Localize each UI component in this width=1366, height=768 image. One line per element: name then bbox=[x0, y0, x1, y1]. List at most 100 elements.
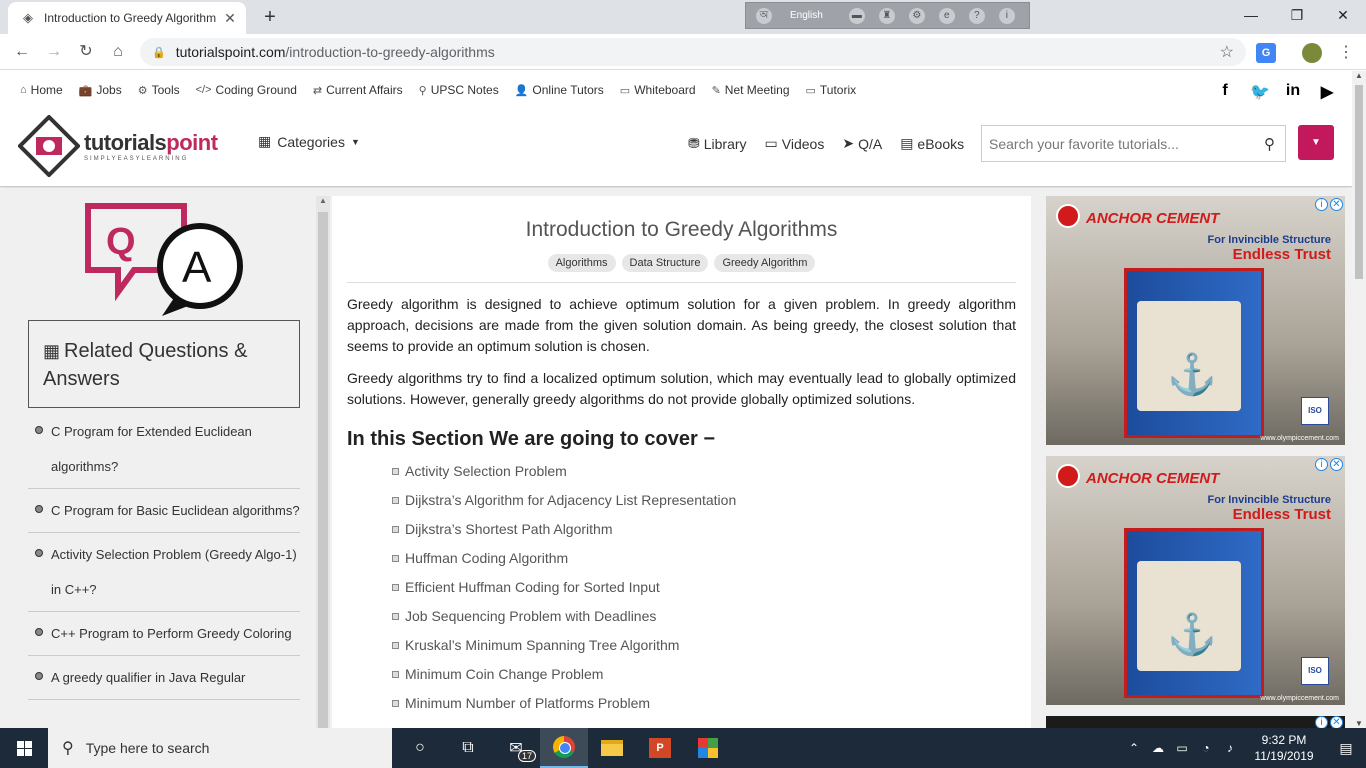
ad-close-icon[interactable]: ✕ bbox=[1330, 458, 1343, 471]
toplink-tutorix[interactable]: ▭ Tutorix bbox=[806, 83, 857, 97]
onedrive-icon[interactable]: ☁ bbox=[1146, 741, 1170, 755]
url-field[interactable]: 🔒 tutorialspoint.com/introduction-to-gre… bbox=[140, 38, 1246, 66]
tag-chip[interactable]: Algorithms bbox=[547, 254, 616, 272]
nav-library[interactable]: ⛃ Library bbox=[688, 135, 747, 152]
categories-dropdown[interactable]: ▦ Categories ▼ bbox=[258, 133, 360, 150]
back-arrow-icon[interactable]: ← bbox=[10, 40, 34, 64]
close-window-button[interactable]: ✕ bbox=[1320, 0, 1366, 30]
tutorial-search-input[interactable]: Search your favorite tutorials... ⚲ bbox=[981, 125, 1286, 162]
topic-link[interactable]: Activity Selection Problem bbox=[392, 457, 1016, 486]
notification-icon[interactable]: ▤ bbox=[1326, 740, 1366, 757]
topic-link[interactable]: Minimum Coin Change Problem bbox=[392, 660, 1016, 689]
scroll-down-icon[interactable]: ▼ bbox=[1352, 719, 1366, 728]
topic-link[interactable]: Dijkstra’s Algorithm for Adjacency List … bbox=[392, 486, 1016, 515]
chevron-up-icon[interactable]: ⌃ bbox=[1122, 741, 1146, 755]
tag-chip[interactable]: Greedy Algorithm bbox=[714, 254, 816, 272]
page-scrollbar[interactable]: ▲ ▼ bbox=[1352, 71, 1366, 728]
nav-qa[interactable]: ➤ Q/A bbox=[842, 135, 882, 152]
toplink-whiteboard[interactable]: ▭ Whiteboard bbox=[620, 83, 696, 97]
topic-link[interactable]: Job Sequencing Problem with Deadlines bbox=[392, 602, 1016, 631]
browser-tab[interactable]: ◈ Introduction to Greedy Algorithm ✕ bbox=[8, 2, 246, 34]
nav-ebooks[interactable]: ▤ eBooks bbox=[900, 135, 964, 152]
language-label[interactable]: English bbox=[790, 10, 823, 21]
toplink-coding-ground[interactable]: </> Coding Ground bbox=[196, 83, 297, 97]
related-item[interactable]: Activity Selection Problem (Greedy Algo-… bbox=[28, 533, 300, 612]
toplink-online-tutors[interactable]: 👤 Online Tutors bbox=[515, 83, 604, 97]
third-ad[interactable]: i ✕ bbox=[1046, 716, 1345, 728]
keyboard-icon[interactable]: ▬ bbox=[848, 7, 865, 24]
cortana-icon[interactable]: ○ bbox=[396, 728, 444, 768]
ime-icon[interactable]: অ bbox=[756, 7, 772, 24]
ad-close-icon[interactable]: ✕ bbox=[1330, 198, 1343, 211]
related-item[interactable]: A greedy qualifier in Java Regular bbox=[28, 656, 300, 700]
powerpoint-icon[interactable]: P bbox=[636, 728, 684, 768]
minimize-button[interactable]: — bbox=[1228, 0, 1274, 30]
tutorialspoint-logo[interactable]: tutorialspoint SIMPLYEASYLEARNING bbox=[18, 115, 218, 177]
new-tab-button[interactable]: + bbox=[258, 6, 282, 30]
anchor-cement-ad[interactable]: ANCHOR CEMENT For Invincible Structure E… bbox=[1046, 456, 1345, 705]
help-icon[interactable]: ? bbox=[968, 7, 985, 24]
ad-choices[interactable]: i ✕ bbox=[1315, 198, 1343, 211]
page-scroll-thumb[interactable] bbox=[1355, 85, 1363, 279]
taskbar-search[interactable]: ⚲ Type here to search bbox=[48, 728, 392, 768]
toplink-current-affairs[interactable]: ⇄ Current Affairs bbox=[313, 83, 403, 97]
translate-extension-icon[interactable]: G bbox=[1256, 43, 1276, 63]
toplink-home[interactable]: ⌂ Home bbox=[20, 83, 63, 97]
forward-arrow-icon[interactable]: → bbox=[42, 40, 66, 64]
nav-videos[interactable]: ▭ Videos bbox=[765, 135, 825, 152]
topic-link[interactable]: Dijkstra’s Shortest Path Algorithm bbox=[392, 515, 1016, 544]
profile-avatar[interactable] bbox=[1302, 43, 1322, 63]
youtube-icon[interactable]: ▶ bbox=[1318, 82, 1336, 102]
mail-icon[interactable]: ✉ 17 bbox=[492, 728, 540, 768]
file-explorer-icon[interactable] bbox=[588, 728, 636, 768]
browser-menu-icon[interactable]: ⋮ bbox=[1338, 42, 1354, 62]
related-item[interactable]: C Program for Extended Euclidean algorit… bbox=[28, 410, 300, 489]
twitter-icon[interactable]: 🐦 bbox=[1250, 82, 1270, 102]
home-icon[interactable]: ⌂ bbox=[106, 40, 130, 64]
search-icon[interactable]: ⚲ bbox=[1264, 135, 1275, 153]
header-dropdown-button[interactable]: ▼ bbox=[1298, 125, 1334, 160]
volume-icon[interactable]: ♪ bbox=[1218, 741, 1242, 755]
tag-chip[interactable]: Data Structure bbox=[621, 254, 709, 272]
ie-icon[interactable]: e bbox=[938, 7, 955, 24]
anchor-cement-ad[interactable]: ANCHOR CEMENT For Invincible Structure E… bbox=[1046, 196, 1345, 445]
topic-link[interactable]: Efficient Huffman Coding for Sorted Inpu… bbox=[392, 573, 1016, 602]
topic-link[interactable]: Kruskal’s Minimum Spanning Tree Algorith… bbox=[392, 631, 1016, 660]
topic-link[interactable]: Huffman Coding Algorithm bbox=[392, 544, 1016, 573]
battery-icon[interactable]: ▭ bbox=[1170, 741, 1194, 755]
toplink-upsc-notes[interactable]: ⚲ UPSC Notes bbox=[419, 83, 499, 97]
clock[interactable]: 9:32 PM 11/19/2019 bbox=[1242, 732, 1326, 764]
task-view-icon[interactable]: ⧉ bbox=[444, 728, 492, 768]
multi-app-icon[interactable] bbox=[684, 728, 732, 768]
related-item[interactable]: C Program for Basic Euclidean algorithms… bbox=[28, 489, 300, 533]
maximize-button[interactable]: ❐ bbox=[1274, 0, 1320, 30]
start-button[interactable] bbox=[0, 728, 48, 768]
linkedin-icon[interactable]: in bbox=[1284, 82, 1302, 102]
tab-close-icon[interactable]: ✕ bbox=[222, 10, 238, 27]
info-icon[interactable]: i bbox=[998, 7, 1015, 24]
ad-info-icon[interactable]: i bbox=[1315, 198, 1328, 211]
ad-close-icon[interactable]: ✕ bbox=[1330, 716, 1343, 728]
toplink-tools[interactable]: ⚙ Tools bbox=[138, 83, 180, 97]
scroll-up-icon[interactable]: ▲ bbox=[316, 196, 330, 205]
chrome-icon[interactable] bbox=[540, 728, 588, 768]
related-item[interactable]: C++ Program to Perform Greedy Coloring bbox=[28, 612, 300, 656]
sidebar-scroll-thumb[interactable] bbox=[318, 212, 328, 728]
settings-icon[interactable]: ⚙ bbox=[908, 7, 925, 24]
ad-choices[interactable]: i ✕ bbox=[1315, 716, 1343, 728]
system-tray: ⌃ ☁ ▭ ◔ ♪ 9:32 PM 11/19/2019 ▤ bbox=[1122, 728, 1366, 768]
topic-link[interactable]: Minimum Number of Platforms Problem bbox=[392, 689, 1016, 718]
toplink-net-meeting[interactable]: ✎ Net Meeting bbox=[712, 83, 790, 97]
mic-icon[interactable]: ♜ bbox=[878, 7, 895, 24]
facebook-icon[interactable]: f bbox=[1216, 82, 1234, 102]
bookmark-star-icon[interactable]: ☆ bbox=[1220, 42, 1234, 62]
scroll-up-icon[interactable]: ▲ bbox=[1352, 71, 1366, 80]
ad-info-icon[interactable]: i bbox=[1315, 716, 1328, 728]
sidebar-scrollbar[interactable]: ▲ bbox=[316, 196, 330, 728]
wifi-icon[interactable]: ◔ bbox=[1194, 741, 1218, 755]
toplink-jobs[interactable]: 💼 Jobs bbox=[79, 83, 122, 97]
ad-info-icon[interactable]: i bbox=[1315, 458, 1328, 471]
reload-icon[interactable]: ↻ bbox=[74, 40, 98, 64]
lock-icon[interactable]: 🔒 bbox=[152, 46, 166, 59]
ad-choices[interactable]: i ✕ bbox=[1315, 458, 1343, 471]
